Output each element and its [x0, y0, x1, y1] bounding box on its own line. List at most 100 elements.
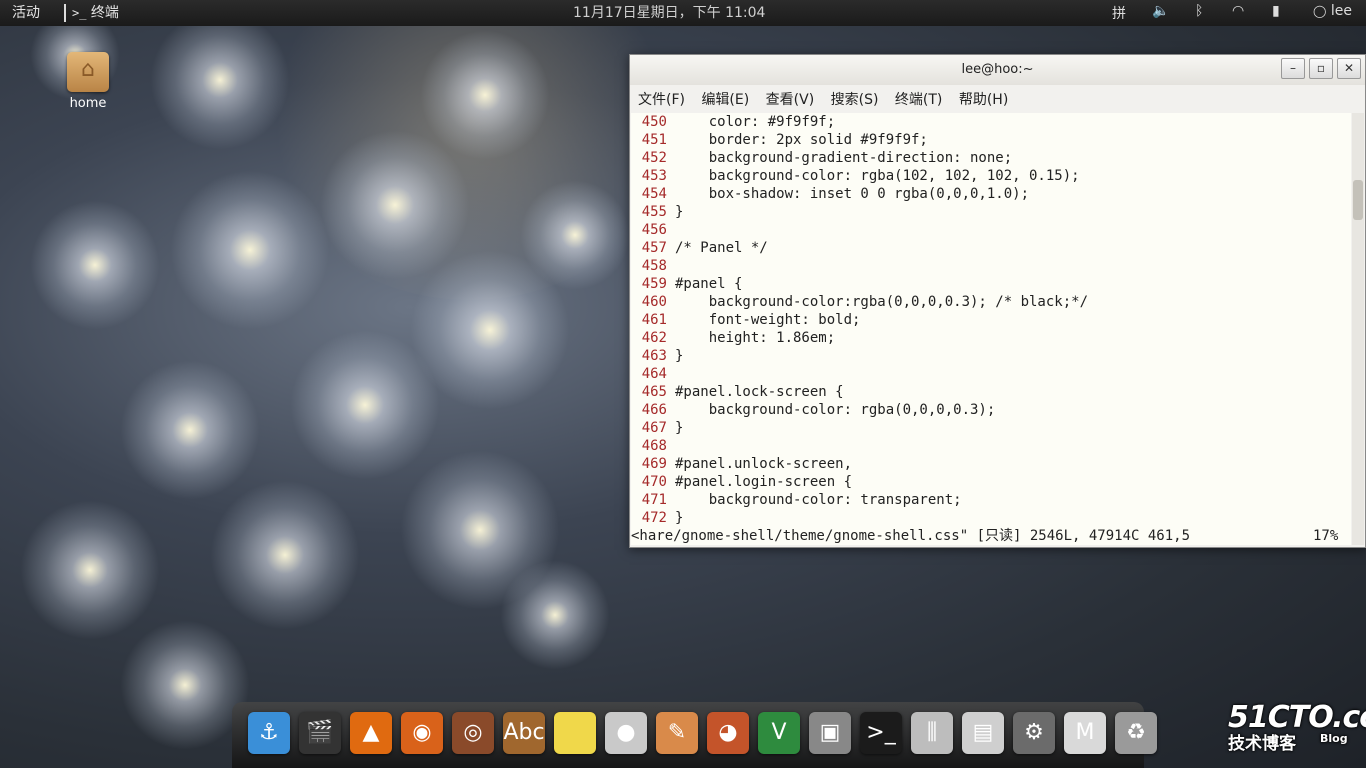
menu-terminal[interactable]: 终端(T) — [895, 89, 942, 109]
code-line: 467} — [631, 419, 684, 437]
line-number: 456 — [641, 222, 667, 238]
code-line: 472} — [631, 509, 684, 527]
line-number: 467 — [641, 420, 667, 436]
line-number: 472 — [641, 510, 667, 526]
code-line: 454 box-shadow: inset 0 0 rgba(0,0,0,1.0… — [631, 185, 1029, 203]
line-text: height: 1.86em; — [675, 330, 836, 346]
wifi-icon[interactable]: ◠ — [1232, 3, 1244, 19]
code-line: 453 background-color: rgba(102, 102, 102… — [631, 167, 1080, 185]
scrollbar-thumb[interactable] — [1353, 180, 1363, 220]
vim-editor[interactable]: 450 color: #9f9f9f; 451 border: 2px solid… — [631, 113, 1351, 545]
firefox-icon[interactable]: ◉ — [401, 712, 443, 754]
menu-search[interactable]: 搜索(S) — [831, 89, 879, 109]
minimize-button[interactable]: – — [1281, 58, 1305, 79]
input-method-indicator[interactable]: 拼 — [1112, 3, 1126, 23]
anchor-icon[interactable]: ⚓ — [248, 712, 290, 754]
terminal-icon[interactable]: >_ — [860, 712, 902, 754]
line-text: background-color: transparent; — [675, 492, 962, 508]
line-number: 453 — [641, 168, 667, 184]
watermark: 51CTO.com 技术博客 Blog — [1228, 700, 1366, 754]
line-number: 455 — [641, 204, 667, 220]
status-percent: 17% — [1313, 528, 1339, 544]
line-text: } — [675, 420, 684, 436]
code-line: 458 — [631, 257, 675, 275]
line-text: background-color: rgba(102, 102, 102, 0.… — [675, 168, 1080, 184]
line-text: box-shadow: inset 0 0 rgba(0,0,0,1.0); — [675, 186, 1030, 202]
clock[interactable]: 11月17日星期日，下午 11:04 — [573, 4, 765, 22]
sticky-notes-icon[interactable] — [554, 712, 596, 754]
menu-view[interactable]: 查看(V) — [766, 89, 815, 109]
line-text: } — [675, 204, 684, 220]
line-number: 463 — [641, 348, 667, 364]
line-text: #panel { — [675, 276, 743, 292]
dock: ⚓ 🎬 ▲ ◉ ◎ Abc ● ✎ ◕ V ▣ >_ ⫼ ▤ ⚙ M ♻ — [232, 702, 1157, 768]
title-bar[interactable]: lee@hoo:~ – ▫ ✕ — [630, 55, 1365, 85]
line-number: 450 — [641, 114, 667, 130]
code-line: 461 font-weight: bold; — [631, 311, 861, 329]
gmail-icon[interactable]: M — [1064, 712, 1106, 754]
line-number: 469 — [641, 456, 667, 472]
code-line: 464 — [631, 365, 675, 383]
speaker-icon[interactable]: ◎ — [452, 712, 494, 754]
line-text: border: 2px solid #9f9f9f; — [675, 132, 928, 148]
user-icon: ◯ — [1313, 4, 1327, 18]
line-text: background-gradient-direction: none; — [675, 150, 1013, 166]
activities-button[interactable]: 活动 — [12, 4, 40, 22]
line-number: 466 — [641, 402, 667, 418]
code-line: 450 color: #9f9f9f; — [631, 113, 835, 131]
menu-edit[interactable]: 编辑(E) — [701, 89, 749, 109]
red-panda-icon[interactable]: ◕ — [707, 712, 749, 754]
volume-icon[interactable]: 🔈 — [1152, 3, 1169, 19]
line-text: } — [675, 348, 684, 364]
line-number: 458 — [641, 258, 667, 274]
line-text: } — [675, 510, 684, 526]
vlc-icon[interactable]: ▲ — [350, 712, 392, 754]
desktop-home-icon[interactable]: home — [62, 52, 114, 111]
code-line: 460 background-color:rgba(0,0,0,0.3); /*… — [631, 293, 1088, 311]
menu-help[interactable]: 帮助(H) — [959, 89, 1008, 109]
code-line: 462 height: 1.86em; — [631, 329, 835, 347]
code-line: 470 #panel.login-screen { — [631, 473, 852, 491]
bluetooth-icon[interactable]: ᛒ — [1195, 3, 1203, 19]
watermark-tag: Blog — [1320, 732, 1348, 745]
clapper-icon[interactable]: 🎬 — [299, 712, 341, 754]
maximize-button[interactable]: ▫ — [1309, 58, 1333, 79]
line-text: #panel.unlock-screen, — [675, 456, 853, 472]
line-number: 465 — [641, 384, 667, 400]
code-line: 466 background-color: rgba(0,0,0,0.3); — [631, 401, 996, 419]
line-number: 454 — [641, 186, 667, 202]
line-text: /* Panel */ — [675, 240, 768, 256]
app-menu[interactable]: >_ 终端 — [64, 4, 119, 22]
cube-icon[interactable]: ▣ — [809, 712, 851, 754]
status-file-info: <hare/gnome-shell/theme/gnome-shell.css"… — [631, 528, 1191, 544]
mixer-icon[interactable]: ⫼ — [911, 712, 953, 754]
line-text: background-color:rgba(0,0,0,0.3); /* bla… — [675, 294, 1089, 310]
app-menu-label: 终端 — [90, 5, 119, 21]
vim-icon[interactable]: V — [758, 712, 800, 754]
line-number: 461 — [641, 312, 667, 328]
line-text: background-color: rgba(0,0,0,0.3); — [675, 402, 996, 418]
line-number: 462 — [641, 330, 667, 346]
battery-icon[interactable]: ▮ — [1272, 3, 1280, 19]
dictionary-icon[interactable]: Abc — [503, 712, 545, 754]
camera-icon[interactable]: ● — [605, 712, 647, 754]
user-name: lee — [1330, 3, 1353, 19]
code-line: 451 border: 2px solid #9f9f9f; — [631, 131, 928, 149]
files-icon[interactable]: ▤ — [962, 712, 1004, 754]
code-line: 459 #panel { — [631, 275, 743, 293]
code-line: 468 — [631, 437, 675, 455]
settings-icon[interactable]: ⚙ — [1013, 712, 1055, 754]
line-number: 468 — [641, 438, 667, 454]
menu-file[interactable]: 文件(F) — [638, 89, 685, 109]
window-title: lee@hoo:~ — [961, 62, 1034, 77]
user-menu[interactable]: ◯ lee — [1313, 3, 1352, 19]
line-number: 464 — [641, 366, 667, 382]
paint-icon[interactable]: ✎ — [656, 712, 698, 754]
code-line: 463} — [631, 347, 684, 365]
home-folder-icon — [67, 52, 109, 92]
top-panel: 活动 >_ 终端 11月17日星期日，下午 11:04 拼 🔈 ᛒ ◠ ▮ ◯ … — [0, 0, 1366, 26]
scrollbar[interactable] — [1352, 113, 1364, 545]
trash-icon[interactable]: ♻ — [1115, 712, 1157, 754]
close-button[interactable]: ✕ — [1337, 58, 1361, 79]
code-line: 452 background-gradient-direction: none; — [631, 149, 1012, 167]
